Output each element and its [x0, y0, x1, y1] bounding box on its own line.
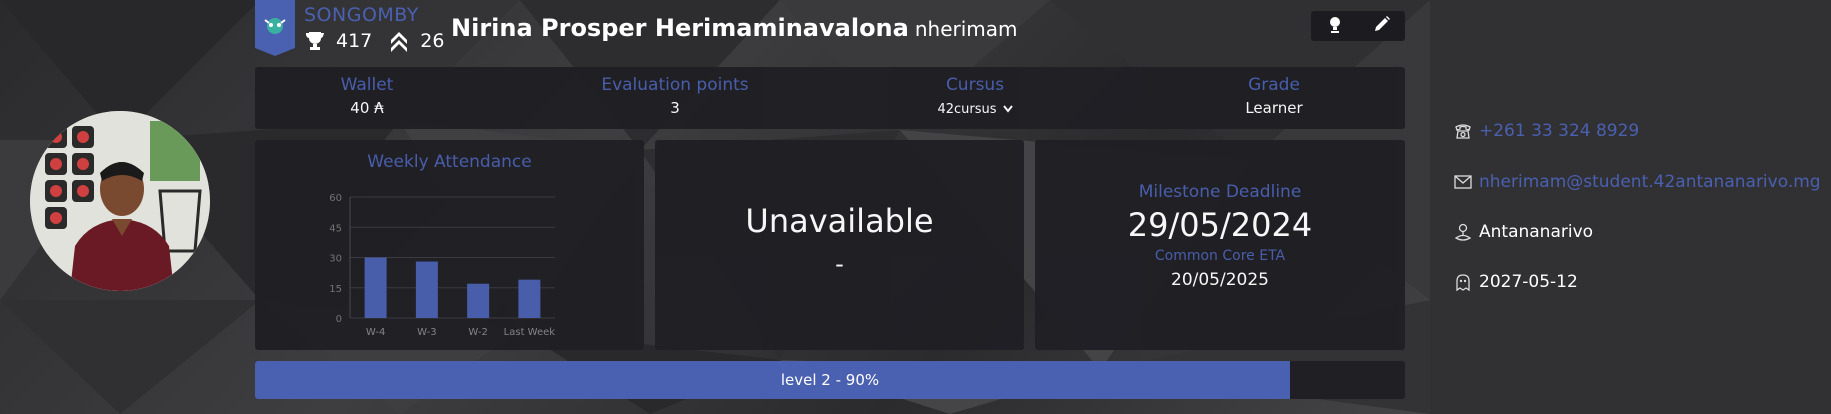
chevron-down-icon — [1002, 102, 1013, 117]
info-bar: Wallet 40 ₳ Evaluation points 3 Cursus 4… — [255, 67, 1405, 129]
wallet-label: Wallet — [340, 75, 394, 95]
trophy-count: 417 — [336, 30, 373, 52]
x-tick-label: W-4 — [366, 327, 385, 338]
y-tick-label: 45 — [329, 223, 342, 234]
cursus: Cursus 42cursus — [910, 75, 1040, 117]
y-tick-label: 60 — [329, 193, 342, 204]
attendance-bar — [415, 261, 438, 318]
attendance-bar — [467, 283, 490, 318]
y-tick-label: 0 — [336, 314, 342, 325]
grade-label: Grade — [1248, 75, 1300, 95]
x-tick-label: Last Week — [504, 327, 556, 338]
trophy-icon — [304, 30, 326, 52]
contact-location: Antananarivo — [1453, 222, 1593, 242]
milestone-panel: Milestone Deadline 29/05/2024 Common Cor… — [1035, 140, 1405, 350]
weekly-attendance-panel: Weekly Attendance 0 15 30 45 60 W-4 W-3 W-2 Last… — [255, 140, 644, 350]
level-progress-bar: level 2 - 90% — [255, 361, 1405, 399]
phone-icon — [1453, 121, 1473, 141]
user-name: Nirina Prosper Herimaminavalona nherimam — [451, 14, 1018, 42]
grade-value: Learner — [1245, 99, 1303, 117]
coalition-flag — [255, 0, 295, 56]
attendance-bar — [518, 279, 541, 318]
location-text: Antananarivo — [1479, 222, 1594, 242]
unavailable-title: Unavailable — [745, 202, 934, 240]
contact-date: 2027-05-12 — [1453, 272, 1578, 292]
eta-date: 20/05/2025 — [1171, 270, 1269, 290]
user-stats: 417 26 — [304, 30, 444, 52]
bulb-icon[interactable] — [1326, 15, 1344, 37]
cursus-value: 42cursus — [937, 102, 997, 117]
contact-phone[interactable]: +261 33 324 8929 — [1453, 121, 1639, 141]
phone-number[interactable]: +261 33 324 8929 — [1479, 121, 1639, 141]
profile-toolbar — [1311, 11, 1405, 41]
user-login: nherimam — [914, 17, 1018, 41]
attendance-bar — [364, 257, 387, 318]
y-tick-label: 30 — [329, 254, 342, 265]
cursus-label: Cursus — [945, 75, 1005, 95]
unavailable-value: - — [835, 250, 844, 278]
attendance-title: Weekly Attendance — [367, 152, 532, 172]
milestone-label: Milestone Deadline — [1138, 182, 1302, 202]
mail-icon — [1453, 172, 1473, 192]
avatar — [30, 111, 210, 291]
eta-label: Common Core ETA — [1154, 248, 1286, 264]
coalition-name[interactable]: SONGOMBY — [304, 4, 419, 26]
wallet: Wallet 40 ₳ — [317, 75, 417, 117]
x-tick-label: W-2 — [468, 327, 487, 338]
attendance-chart: 0 15 30 45 60 W-4 W-3 W-2 Last Week — [329, 193, 556, 338]
ghost-icon — [1453, 272, 1473, 292]
date-text: 2027-05-12 — [1479, 272, 1578, 292]
evaluation-points: Evaluation points 3 — [595, 75, 755, 117]
cursus-select[interactable]: 42cursus — [910, 99, 1040, 117]
unavailable-panel: Unavailable - — [655, 140, 1024, 350]
location-icon — [1453, 222, 1473, 242]
x-tick-label: W-3 — [417, 327, 436, 338]
y-tick-label: 15 — [329, 284, 342, 295]
pencil-icon[interactable] — [1373, 15, 1391, 37]
grade: Grade Learner — [1224, 75, 1324, 117]
full-name: Nirina Prosper Herimaminavalona — [451, 14, 909, 42]
wallet-value: 40 ₳ — [350, 99, 384, 117]
rank-chevron-icon — [388, 30, 410, 52]
level-text: level 2 - 90% — [780, 371, 880, 389]
eval-value: 3 — [670, 99, 680, 117]
eval-label: Evaluation points — [601, 75, 749, 95]
rank-points: 26 — [420, 30, 445, 52]
contact-panel — [1430, 0, 1831, 414]
email-address[interactable]: nherimam@student.42antananarivo.mg — [1479, 172, 1821, 192]
contact-email[interactable]: nherimam@student.42antananarivo.mg — [1453, 172, 1821, 192]
milestone-date: 29/05/2024 — [1127, 206, 1313, 244]
